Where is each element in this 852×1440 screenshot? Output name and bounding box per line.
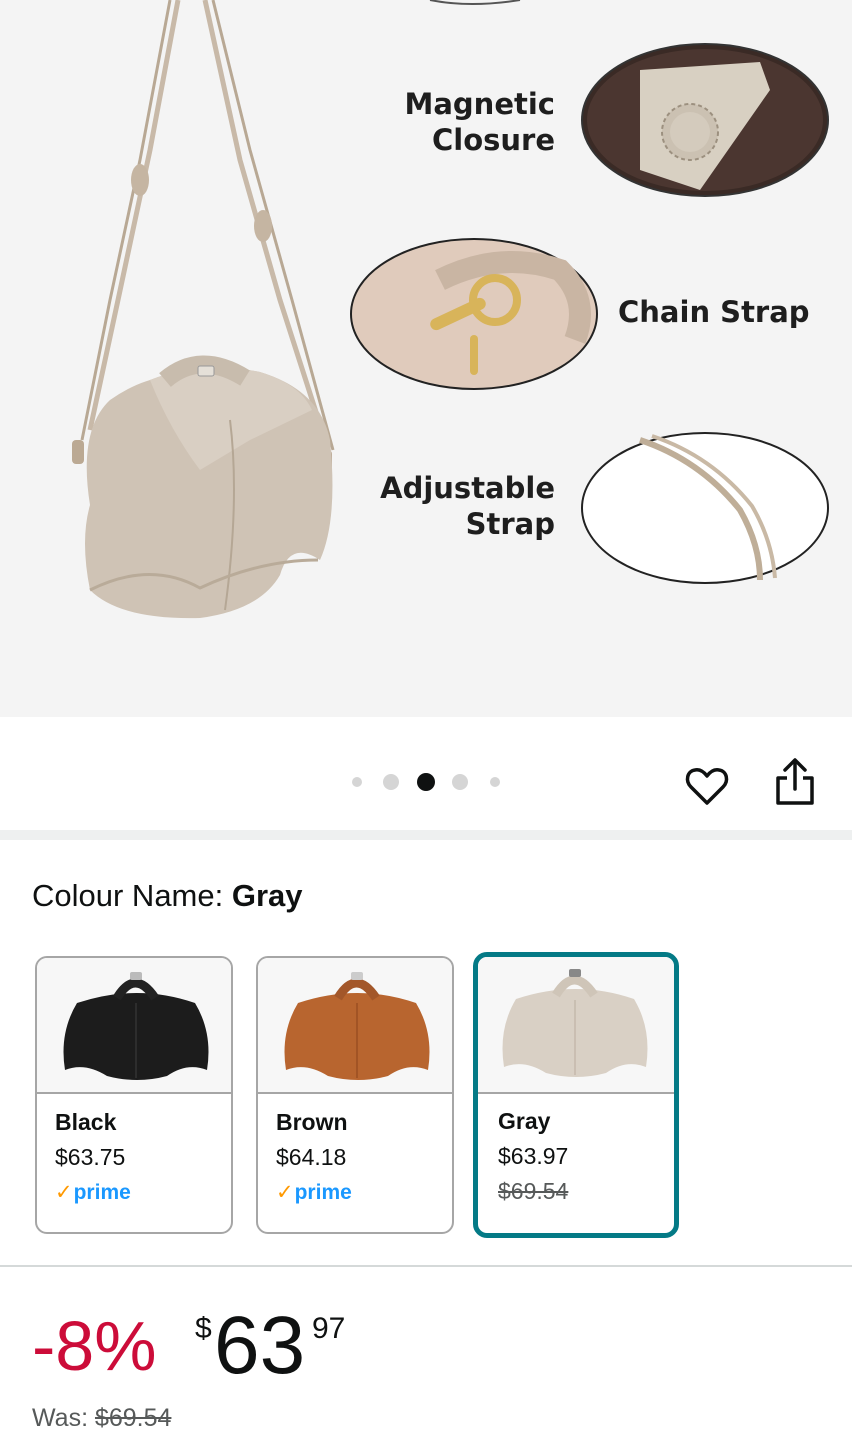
prime-badge: ✓prime: [55, 1180, 131, 1206]
was-price: Was: $69.54: [32, 1403, 171, 1433]
prime-label: prime: [294, 1181, 352, 1204]
swatch-thumbnail: [37, 958, 231, 1094]
swatch-price: $64.18: [276, 1144, 347, 1170]
price-currency: $: [195, 1312, 212, 1345]
bag-thumbnail-gray: [502, 969, 648, 1077]
carousel-dot-4: [452, 774, 468, 790]
swatch-price: $63.75: [55, 1144, 126, 1170]
bag-thumbnail-black: [63, 972, 209, 1080]
carousel-dot-1: [352, 777, 362, 787]
price-whole: 63: [214, 1300, 306, 1391]
callout-magnetic-closure: Magnetic Closure: [295, 86, 556, 158]
price-fraction: 97: [312, 1312, 346, 1345]
callout-magnetic-line2: Closure: [431, 123, 555, 157]
heart-icon[interactable]: [683, 762, 731, 810]
share-icon[interactable]: [772, 757, 818, 809]
prime-check-icon: ✓: [276, 1181, 294, 1204]
bag-thumbnail-brown: [284, 972, 430, 1080]
colour-name-label: Colour Name: Gray: [32, 877, 303, 915]
colour-swatch-brown[interactable]: Brown $64.18 ✓prime: [256, 956, 454, 1234]
section-divider: [0, 830, 852, 840]
was-value: $69.54: [94, 1404, 172, 1432]
callout-chain-strap: Chain Strap: [618, 295, 810, 329]
product-image[interactable]: Magnetic Closure Chain Strap Adjustable …: [0, 0, 852, 717]
callout-adjustable-strap: Adjustable Strap: [295, 470, 555, 542]
swatch-thumbnail: [258, 958, 452, 1094]
swatch-price: $63.97: [498, 1143, 569, 1169]
was-label: Was:: [32, 1404, 95, 1432]
prime-check-icon: ✓: [55, 1181, 73, 1204]
callout-magnetic-line1: Magnetic: [404, 87, 556, 121]
colour-name-prefix: Colour Name:: [32, 878, 232, 913]
colour-name-value: Gray: [231, 878, 303, 913]
prime-badge: ✓prime: [276, 1180, 352, 1206]
swatch-thumbnail: [478, 957, 674, 1094]
carousel-dot-3-active: [417, 773, 435, 791]
carousel-dot-5: [490, 777, 500, 787]
section-divider-thin: [0, 1265, 852, 1267]
colour-swatch-gray-selected[interactable]: Gray $63.97 $69.54: [473, 952, 679, 1238]
prime-label: prime: [73, 1181, 131, 1204]
swatch-name: Gray: [498, 1108, 551, 1134]
swatch-name: Brown: [276, 1109, 348, 1135]
swatch-name: Black: [55, 1109, 117, 1135]
carousel-dot-2: [383, 774, 399, 790]
callout-adjustable-line2: Strap: [465, 507, 555, 541]
discount-percent: -8%: [32, 1307, 157, 1385]
callout-adjustable-line1: Adjustable: [380, 471, 555, 505]
swatch-was-price: $69.54: [498, 1178, 569, 1204]
colour-swatch-black[interactable]: Black $63.75 ✓prime: [35, 956, 233, 1234]
